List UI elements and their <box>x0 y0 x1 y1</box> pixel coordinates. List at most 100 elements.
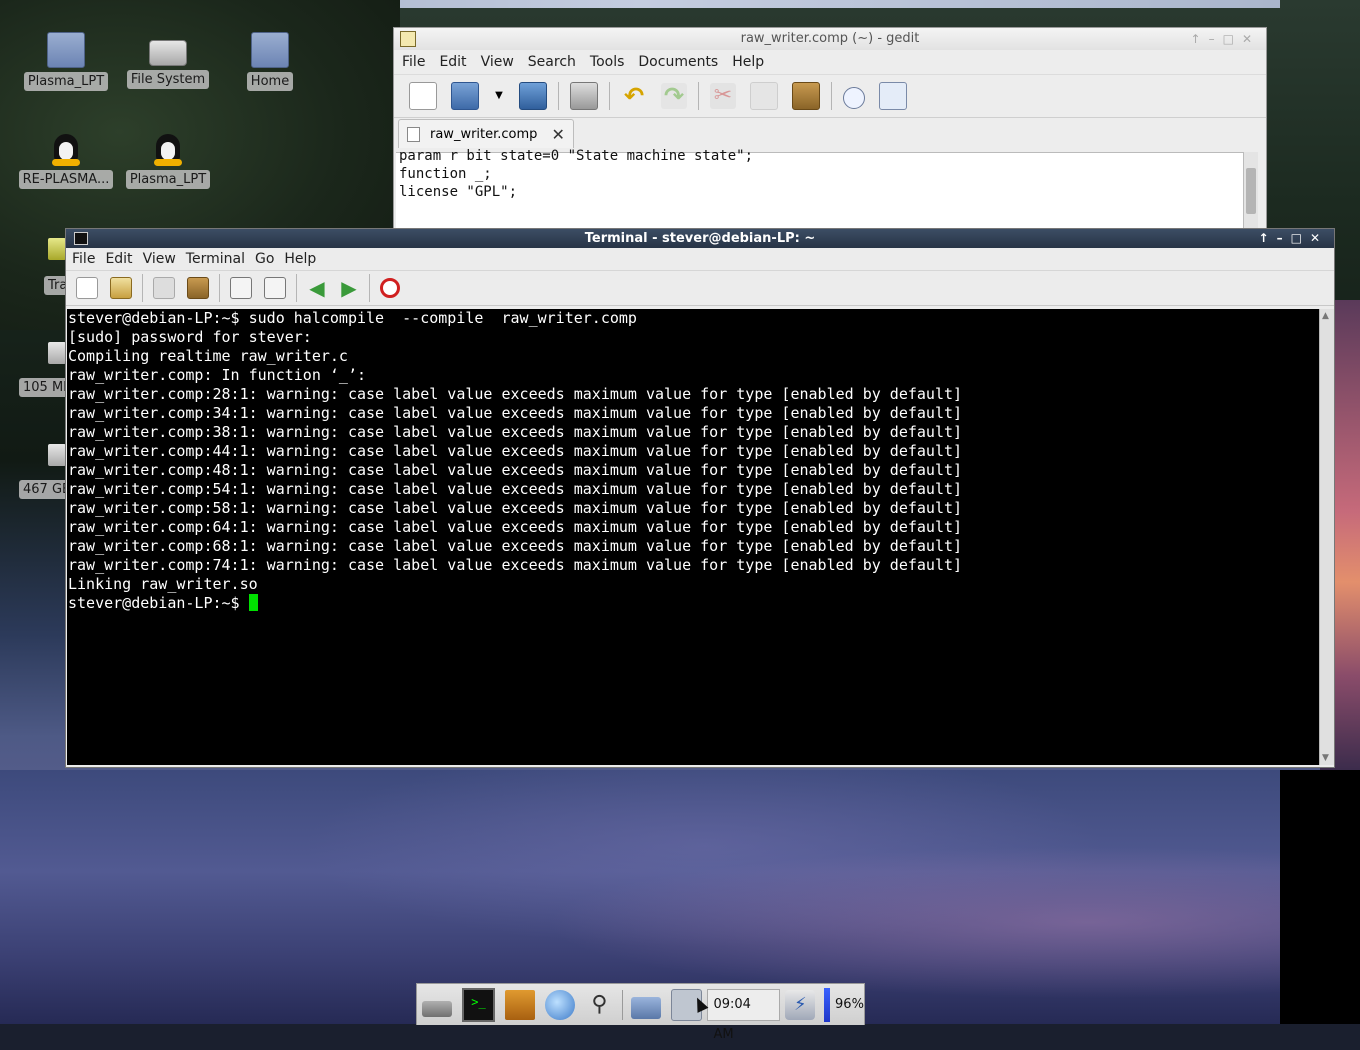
menu-terminal[interactable]: Terminal <box>186 251 245 267</box>
desktop-icon-re-plasma[interactable]: RE-PLASMA... <box>18 132 114 189</box>
address-book-icon[interactable] <box>505 989 535 1020</box>
search-icon[interactable] <box>843 86 865 109</box>
fullscreen-icon[interactable] <box>230 277 252 299</box>
menu-help[interactable]: Help <box>732 54 764 70</box>
menu-file[interactable]: File <box>72 251 95 267</box>
menu-go[interactable]: Go <box>255 251 274 267</box>
drive-icon[interactable] <box>48 342 66 364</box>
tux-icon <box>150 132 186 166</box>
scrollbar-thumb[interactable] <box>1246 168 1256 214</box>
help-lifebuoy-icon[interactable] <box>380 278 400 298</box>
desktop-icon-label: Plasma_LPT <box>125 170 211 189</box>
terminal-scrollbar[interactable]: ▲ ▼ <box>1319 309 1334 765</box>
new-window-icon[interactable] <box>110 277 132 299</box>
search-replace-icon[interactable] <box>879 82 907 110</box>
drive-launcher-icon[interactable] <box>422 1000 452 1017</box>
window-controls[interactable]: ↑–□✕ <box>1191 28 1260 50</box>
gedit-text-editor[interactable]: param r bit state=0 "State machine state… <box>396 148 1247 238</box>
copy-icon[interactable] <box>153 277 175 299</box>
gedit-toolbar: ▼ ↶ ↷ ✂ <box>394 74 1266 118</box>
new-tab-icon[interactable] <box>76 277 98 299</box>
cut-icon[interactable]: ✂ <box>710 83 736 109</box>
power-manager-icon[interactable]: ⚡ <box>785 989 816 1020</box>
taskbar-separator <box>622 989 624 1020</box>
clock[interactable]: 09:04 AM <box>707 988 781 1042</box>
taskbar: >_ ⚲ 09:04 AM ⚡ 96% <box>416 983 865 1042</box>
terminal-window-title: Terminal - stever@debian-LP: ~ <box>584 231 816 246</box>
terminal-line: [sudo] password for stever: <box>68 328 312 346</box>
battery-level-bar <box>824 987 831 1022</box>
document-icon <box>407 126 420 142</box>
tab-label: raw_writer.comp <box>430 126 538 142</box>
next-tab-icon[interactable]: ▶ <box>339 278 359 298</box>
split-view-icon[interactable] <box>264 277 286 299</box>
menu-edit[interactable]: Edit <box>105 251 132 267</box>
toolbar-separator <box>296 274 297 302</box>
terminal-prompt-line[interactable]: stever@debian-LP:~$ <box>68 594 1319 613</box>
paste-icon[interactable] <box>187 277 209 299</box>
terminal-line: raw_writer.comp:28:1: warning: case labe… <box>68 385 963 403</box>
terminal-line: raw_writer.comp: In function ‘_’: <box>68 366 367 384</box>
terminal-line: raw_writer.comp:64:1: warning: case labe… <box>68 518 963 536</box>
file-manager-icon[interactable] <box>631 996 661 1019</box>
copy-icon[interactable] <box>750 82 778 110</box>
editor-line: function _; <box>399 166 492 182</box>
terminal-line: raw_writer.comp:74:1: warning: case labe… <box>68 556 963 574</box>
toolbar-separator <box>609 82 610 110</box>
menu-view[interactable]: View <box>143 251 176 267</box>
toolbar-separator <box>558 82 559 110</box>
close-tab-icon[interactable]: ✕ <box>551 125 564 144</box>
gedit-titlebar[interactable]: raw_writer.comp (~) - gedit ↑–□✕ <box>394 28 1266 50</box>
terminal-prompt: stever@debian-LP:~$ <box>68 594 249 612</box>
menu-edit[interactable]: Edit <box>439 54 466 70</box>
terminal-cursor <box>248 594 258 611</box>
redo-icon[interactable]: ↷ <box>661 83 687 109</box>
desktop-icon-file-system[interactable]: File System <box>120 32 216 89</box>
desktop-icon-home[interactable]: Home <box>222 32 318 91</box>
editor-scrollbar[interactable] <box>1243 152 1258 238</box>
search-icon[interactable]: ⚲ <box>585 990 615 1020</box>
open-icon[interactable] <box>451 82 479 110</box>
gedit-menubar: File Edit View Search Tools Documents He… <box>394 50 1266 74</box>
trash-icon[interactable] <box>48 238 66 260</box>
web-browser-icon[interactable] <box>544 989 575 1020</box>
menu-help[interactable]: Help <box>284 251 316 267</box>
gedit-tabbar: raw_writer.comp ✕ <box>394 118 1266 148</box>
terminal-output[interactable]: stever@debian-LP:~$ sudo halcompile --co… <box>67 309 1319 765</box>
scroll-down-arrow-icon[interactable]: ▼ <box>1322 753 1329 763</box>
terminal-line: Linking raw_writer.so <box>68 575 258 593</box>
terminal-line: raw_writer.comp:34:1: warning: case labe… <box>68 404 963 422</box>
editor-line: license "GPL"; <box>399 184 518 200</box>
terminal-line: raw_writer.comp:68:1: warning: case labe… <box>68 537 963 555</box>
desktop-icon-label: File System <box>126 70 210 89</box>
undo-icon[interactable]: ↶ <box>621 83 647 109</box>
scroll-up-arrow-icon[interactable]: ▲ <box>1322 311 1329 321</box>
print-icon[interactable] <box>570 82 598 110</box>
previous-tab-icon[interactable]: ◀ <box>307 278 327 298</box>
drive-icon[interactable] <box>48 444 66 466</box>
desktop-icon-plasma-lpt-launcher[interactable]: Plasma_LPT <box>120 132 216 189</box>
toolbar-separator <box>219 274 220 302</box>
terminal-titlebar[interactable]: Terminal - stever@debian-LP: ~ ↑–□✕ <box>66 229 1334 248</box>
desktop-icon-label: RE-PLASMA... <box>18 170 114 189</box>
new-document-icon[interactable] <box>409 82 437 110</box>
window-controls[interactable]: ↑–□✕ <box>1259 229 1328 248</box>
terminal-launcher-icon[interactable]: >_ <box>461 987 496 1022</box>
open-dropdown-arrow-icon[interactable]: ▼ <box>493 83 505 109</box>
gedit-window[interactable]: raw_writer.comp (~) - gedit ↑–□✕ File Ed… <box>393 27 1267 239</box>
terminal-window[interactable]: Terminal - stever@debian-LP: ~ ↑–□✕ File… <box>65 228 1335 768</box>
terminal-toolbar: ◀ ▶ <box>66 270 1334 306</box>
toolbar-separator <box>831 82 832 110</box>
menu-file[interactable]: File <box>402 54 425 70</box>
folder-link-icon <box>47 32 85 68</box>
desktop-uncovered-area <box>1280 770 1360 1024</box>
menu-view[interactable]: View <box>481 54 514 70</box>
save-icon[interactable] <box>519 82 547 110</box>
menu-tools[interactable]: Tools <box>590 54 625 70</box>
terminal-line: stever@debian-LP:~$ sudo halcompile --co… <box>68 309 637 327</box>
menu-documents[interactable]: Documents <box>638 54 718 70</box>
tab-raw-writer-comp[interactable]: raw_writer.comp ✕ <box>398 119 574 148</box>
desktop-icon-plasma-lpt[interactable]: Plasma_LPT <box>18 32 114 91</box>
menu-search[interactable]: Search <box>528 54 576 70</box>
paste-icon[interactable] <box>792 82 820 110</box>
